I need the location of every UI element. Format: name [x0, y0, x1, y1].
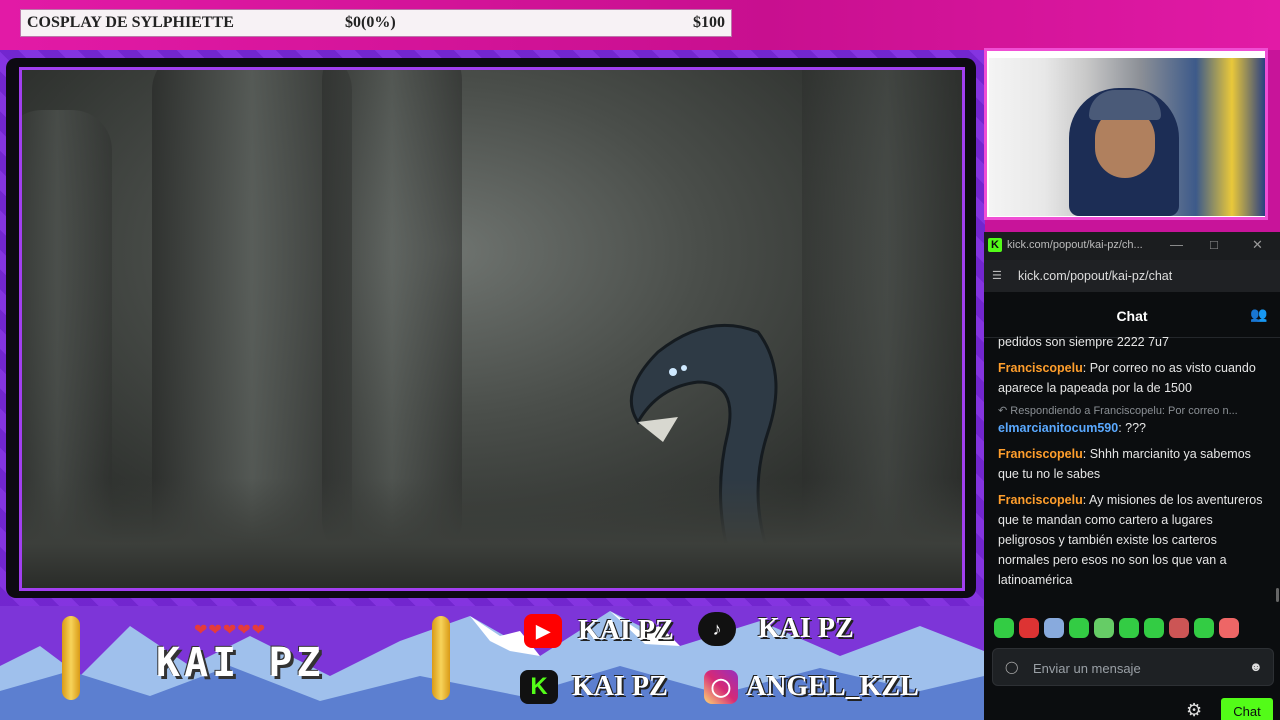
emote-icon[interactable]	[1169, 618, 1189, 638]
emote-icon[interactable]	[1094, 618, 1114, 638]
chat-message: Franciscopelu: Por correo no as visto cu…	[998, 361, 1256, 395]
youtube-social: ▶ KAI PZ	[524, 614, 674, 648]
streamer-cap	[1089, 90, 1161, 120]
youtube-handle: KAI PZ	[578, 615, 674, 646]
goal-title: COSPLAY DE SYLPHIETTE	[27, 14, 234, 31]
emote-icon[interactable]	[1044, 618, 1064, 638]
kick-social: K KAI PZ	[520, 670, 668, 704]
tiktok-icon: ♪	[698, 612, 736, 646]
golden-pillar-left	[62, 616, 80, 700]
window-tab-title: kick.com/popout/kai-pz/ch...	[1007, 239, 1143, 251]
reply-context[interactable]: ↶ Respondiendo a Franciscopelu: Por corr…	[998, 404, 1268, 418]
emote-icon[interactable]	[1069, 618, 1089, 638]
instagram-icon: ◯	[704, 670, 738, 704]
close-icon[interactable]: ✕	[1252, 237, 1263, 253]
youtube-icon: ▶	[524, 614, 562, 648]
chat-messages: pedidos son siempre 2222 7u7 Franciscope…	[998, 332, 1268, 602]
emote-icon[interactable]	[1144, 618, 1164, 638]
message-text: Ay misiones de los aventureros que te ma…	[998, 493, 1263, 587]
emote-icon[interactable]	[994, 618, 1014, 638]
message-username[interactable]: Franciscopelu	[998, 361, 1083, 375]
shield-icon[interactable]: ◯	[1005, 660, 1018, 674]
address-bar[interactable]: ☰ kick.com/popout/kai-pz/chat	[984, 260, 1280, 292]
emote-icon[interactable]	[1019, 618, 1039, 638]
instagram-social: ◯ ANGEL_KZL	[704, 670, 919, 704]
ground-fog	[22, 478, 962, 588]
chat-scrollbar[interactable]	[1276, 588, 1279, 602]
health-hearts: ❤❤❤❤❤	[194, 622, 267, 639]
chat-popout-window: K kick.com/popout/kai-pz/ch... — □ ✕ ☰ k…	[984, 232, 1280, 720]
chat-title: Chat	[1116, 308, 1148, 324]
chat-message: pedidos son siempre 2222 7u7	[998, 332, 1268, 352]
message-username[interactable]: elmarcianitocum590	[998, 421, 1118, 435]
kick-favicon-icon: K	[988, 238, 1002, 252]
kick-handle: KAI PZ	[572, 671, 668, 702]
kick-icon: K	[520, 670, 558, 704]
webcam-feed	[989, 58, 1265, 216]
minimize-icon[interactable]: —	[1170, 237, 1183, 252]
golden-pillar-right	[432, 616, 450, 700]
emote-icon[interactable]	[1219, 618, 1239, 638]
settings-gear-icon[interactable]: ⚙	[1186, 700, 1206, 720]
channel-name: KAI PZ	[156, 640, 325, 686]
message-text: ???	[1125, 421, 1147, 435]
reply-text: Respondiendo a Franciscopelu: Por correo…	[1010, 405, 1238, 417]
users-icon[interactable]: 👥	[1250, 306, 1268, 324]
window-titlebar: K kick.com/popout/kai-pz/ch... — □ ✕	[984, 232, 1280, 260]
message-text: pedidos son siempre 2222 7u7	[998, 335, 1169, 349]
donation-goal-bar: COSPLAY DE SYLPHIETTE $0(0%) $100	[20, 9, 732, 37]
chat-message: Franciscopelu: Shhh marcianito ya sabemo…	[998, 447, 1251, 481]
tiktok-social: ♪ KAI PZ	[698, 612, 854, 646]
emote-bar	[994, 618, 1244, 638]
message-username[interactable]: Franciscopelu	[998, 493, 1083, 507]
send-chat-button[interactable]: Chat	[1221, 698, 1273, 720]
instagram-handle: ANGEL_KZL	[746, 671, 919, 702]
chat-message: Franciscopelu: Ay misiones de los aventu…	[998, 493, 1263, 587]
gameplay-video	[19, 67, 965, 591]
chat-input-box: ◯ ☻	[992, 648, 1274, 686]
tiktok-handle: KAI PZ	[758, 613, 854, 644]
message-username[interactable]: Franciscopelu	[998, 447, 1083, 461]
emote-icon[interactable]	[1119, 618, 1139, 638]
goal-target-amount: $100	[693, 14, 725, 31]
maximize-icon[interactable]: □	[1210, 237, 1218, 252]
emote-icon[interactable]	[1194, 618, 1214, 638]
goal-current-amount: $0(0%)	[345, 14, 396, 31]
chat-message: ↶ Respondiendo a Franciscopelu: Por corr…	[998, 404, 1268, 438]
chat-message-input[interactable]	[1033, 657, 1233, 679]
emoji-icon[interactable]: ☻	[1249, 659, 1263, 674]
site-settings-icon[interactable]: ☰	[992, 269, 1006, 282]
address-url: kick.com/popout/kai-pz/chat	[1018, 269, 1173, 283]
